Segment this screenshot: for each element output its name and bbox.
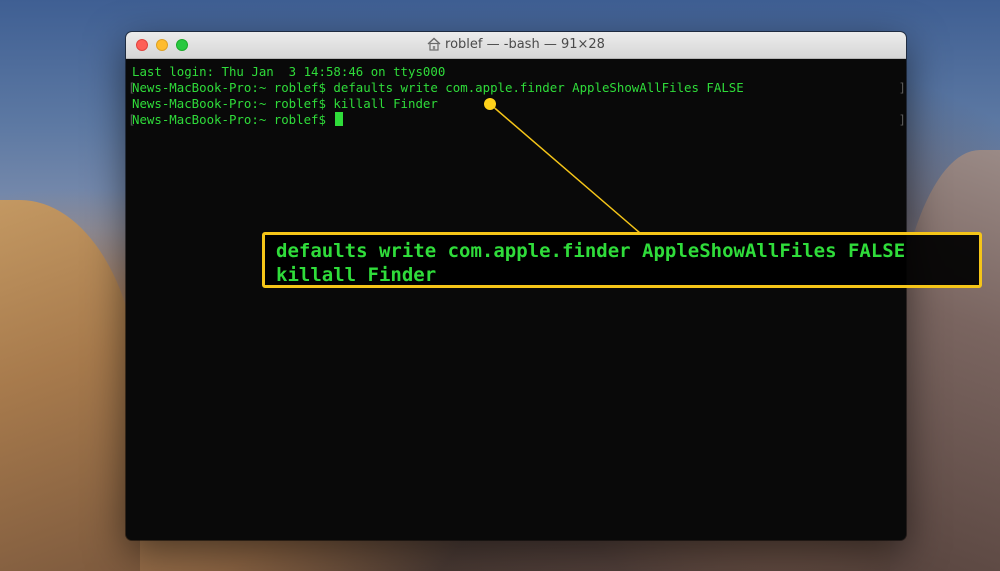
terminal-line: [News-MacBook-Pro:~ roblef$ ] xyxy=(128,112,906,128)
window-title-container: roblef — -bash — 91×28 xyxy=(126,32,906,58)
window-title: roblef — -bash — 91×28 xyxy=(445,37,605,52)
terminal-output[interactable]: Last login: Thu Jan 3 14:58:46 on ttys00… xyxy=(126,59,906,540)
mark-bracket-left: [ xyxy=(128,80,136,95)
callout-line-1: defaults write com.apple.finder AppleSho… xyxy=(276,240,906,262)
mark-bracket-right: ] xyxy=(898,112,906,127)
text-cursor xyxy=(335,112,344,126)
desktop-dune-left xyxy=(0,200,140,571)
terminal-line-text: News-MacBook-Pro:~ roblef$ defaults writ… xyxy=(132,80,744,95)
callout-line-2: killall Finder xyxy=(276,264,437,286)
terminal-line: [News-MacBook-Pro:~ roblef$ defaults wri… xyxy=(128,80,906,96)
terminal-line-text: Last login: Thu Jan 3 14:58:46 on ttys00… xyxy=(132,64,446,79)
terminal-line: News-MacBook-Pro:~ roblef$ killall Finde… xyxy=(132,96,906,112)
terminal-prompt: News-MacBook-Pro:~ roblef$ xyxy=(132,112,334,127)
terminal-line: Last login: Thu Jan 3 14:58:46 on ttys00… xyxy=(132,64,906,80)
callout-dot xyxy=(484,98,496,110)
home-icon xyxy=(427,37,441,51)
callout-box: defaults write com.apple.finder AppleSho… xyxy=(262,232,982,288)
mark-bracket-right: ] xyxy=(898,80,906,95)
desktop-dune-right xyxy=(890,150,1000,571)
terminal-line-text: News-MacBook-Pro:~ roblef$ killall Finde… xyxy=(132,96,438,111)
mark-bracket-left: [ xyxy=(128,112,136,127)
title-bar[interactable]: roblef — -bash — 91×28 xyxy=(126,32,906,59)
